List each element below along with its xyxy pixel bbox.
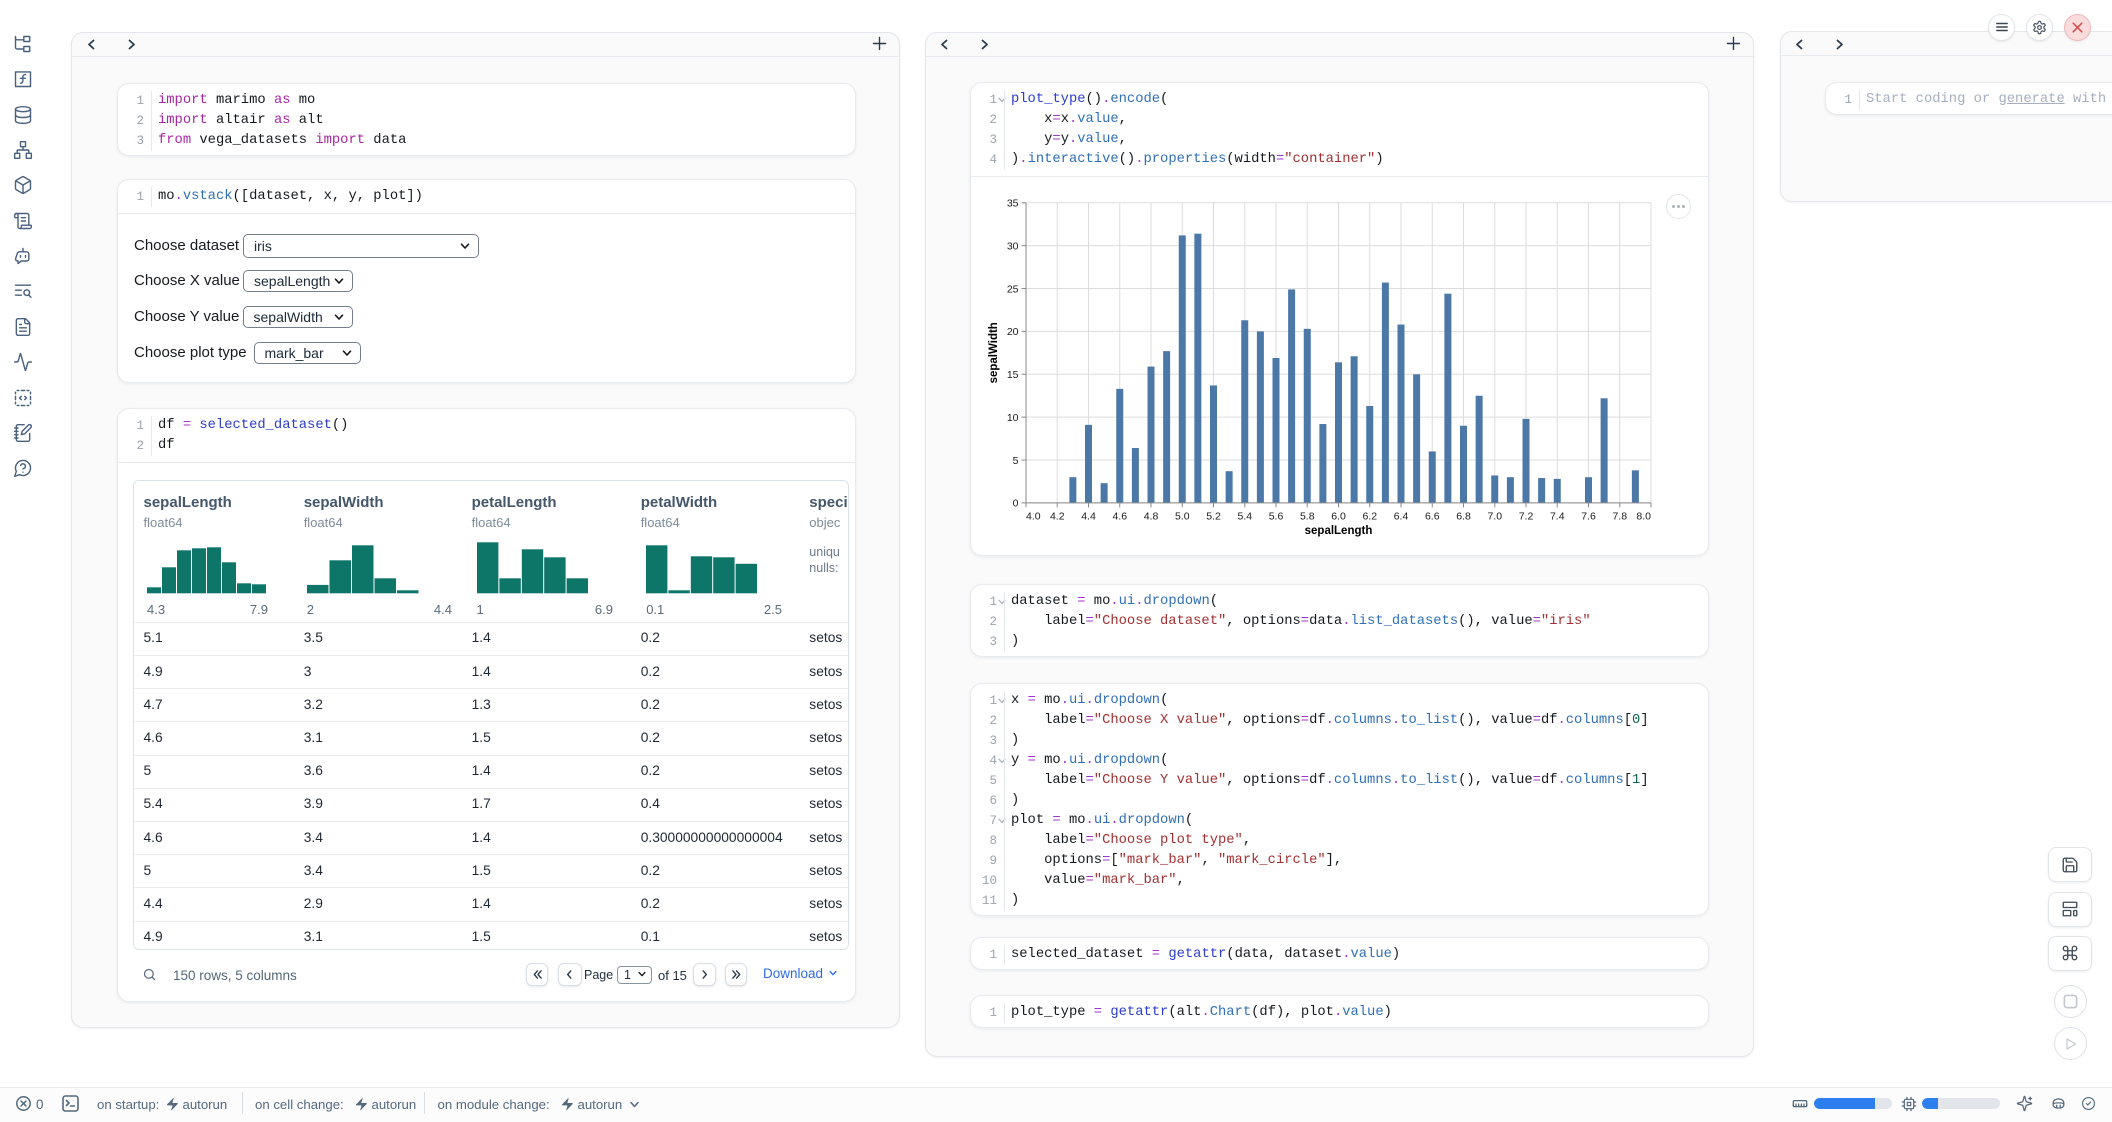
svg-text:6.8: 6.8: [1456, 510, 1471, 522]
svg-text:4.4: 4.4: [1081, 510, 1096, 522]
svg-text:6.0: 6.0: [1331, 510, 1346, 522]
svg-text:5.8: 5.8: [1300, 510, 1315, 522]
svg-text:5.4: 5.4: [1237, 510, 1252, 522]
svg-text:15: 15: [1007, 369, 1019, 381]
svg-text:8.0: 8.0: [1636, 510, 1651, 522]
svg-text:4.0: 4.0: [1026, 510, 1041, 522]
svg-text:5: 5: [1013, 455, 1019, 467]
svg-text:0: 0: [1013, 498, 1019, 510]
svg-text:6.2: 6.2: [1362, 510, 1377, 522]
svg-text:sepalWidth: sepalWidth: [988, 322, 1000, 383]
svg-text:6.4: 6.4: [1394, 510, 1409, 522]
svg-text:sepalLength: sepalLength: [1305, 525, 1373, 537]
svg-text:7.2: 7.2: [1519, 510, 1534, 522]
svg-text:4.2: 4.2: [1050, 510, 1065, 522]
svg-text:4.6: 4.6: [1112, 510, 1127, 522]
svg-text:6.6: 6.6: [1425, 510, 1440, 522]
svg-text:30: 30: [1007, 240, 1019, 252]
svg-text:20: 20: [1007, 326, 1019, 338]
svg-text:35: 35: [1007, 198, 1019, 210]
svg-text:7.4: 7.4: [1550, 510, 1565, 522]
svg-text:7.8: 7.8: [1612, 510, 1627, 522]
svg-text:4.8: 4.8: [1144, 510, 1159, 522]
svg-text:7.6: 7.6: [1581, 510, 1596, 522]
svg-text:10: 10: [1007, 412, 1019, 424]
svg-text:5.6: 5.6: [1269, 510, 1284, 522]
svg-text:7.0: 7.0: [1487, 510, 1502, 522]
svg-text:5.2: 5.2: [1206, 510, 1221, 522]
svg-text:5.0: 5.0: [1175, 510, 1190, 522]
svg-text:25: 25: [1007, 283, 1019, 295]
